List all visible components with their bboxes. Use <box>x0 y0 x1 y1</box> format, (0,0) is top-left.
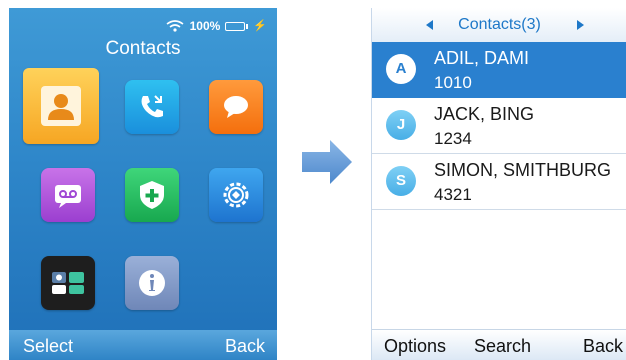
gear-icon <box>223 182 249 208</box>
avatar: S <box>386 166 416 196</box>
info-icon <box>139 270 165 296</box>
charging-icon: ⚡ <box>253 19 267 32</box>
contacts-screen: Contacts(3) A ADIL, DAMI 1010 J JACK, BI… <box>371 8 626 360</box>
contacts-title: Contacts(3) <box>458 16 541 33</box>
tools-icon <box>52 272 84 294</box>
contacts-header: Contacts(3) <box>372 8 626 43</box>
battery-icon <box>225 21 249 31</box>
contact-number: 1010 <box>434 73 472 92</box>
contact-name: ADIL, DAMI <box>434 48 530 68</box>
next-page-icon[interactable] <box>577 20 584 30</box>
right-arrow-icon <box>302 140 352 184</box>
back-softkey[interactable]: Back <box>583 336 623 357</box>
softkey-bar: Options Search Back <box>372 329 626 360</box>
contact-number: 1234 <box>434 129 472 148</box>
wifi-icon <box>165 19 185 33</box>
voicemail-icon <box>55 185 81 208</box>
select-softkey[interactable]: Select <box>23 336 73 357</box>
tools-app-tile[interactable] <box>41 256 95 310</box>
app-grid <box>23 68 263 318</box>
contact-row[interactable]: J JACK, BING 1234 <box>372 98 626 154</box>
call-log-icon <box>141 95 163 118</box>
status-bar: 100% ⚡ <box>165 18 267 34</box>
chat-bubble-icon <box>224 96 248 118</box>
contact-row[interactable]: S SIMON, SMITHBURG 4321 <box>372 154 626 210</box>
avatar: A <box>386 54 416 84</box>
back-softkey[interactable]: Back <box>225 336 265 357</box>
contact-person-icon <box>41 86 81 126</box>
options-softkey[interactable]: Options <box>384 336 446 357</box>
main-menu-screen: 100% ⚡ Contacts Select Back <box>9 8 277 360</box>
messages-app-tile[interactable] <box>209 80 263 134</box>
battery-percent: 100% <box>189 19 221 33</box>
shield-plus-icon <box>140 181 164 209</box>
menu-title: Contacts <box>105 38 181 59</box>
contact-row[interactable]: A ADIL, DAMI 1010 <box>372 42 626 98</box>
settings-app-tile[interactable] <box>209 168 263 222</box>
contacts-app-tile[interactable] <box>23 68 99 144</box>
contact-name: JACK, BING <box>434 104 535 124</box>
security-app-tile[interactable] <box>125 168 179 222</box>
contact-name: SIMON, SMITHBURG <box>434 160 612 180</box>
softkey-bar: Select Back <box>9 330 277 360</box>
voicemail-app-tile[interactable] <box>41 168 95 222</box>
contact-number: 4321 <box>434 185 472 204</box>
call-history-app-tile[interactable] <box>125 80 179 134</box>
info-app-tile[interactable] <box>125 256 179 310</box>
avatar: J <box>386 110 416 140</box>
search-softkey[interactable]: Search <box>474 336 531 357</box>
